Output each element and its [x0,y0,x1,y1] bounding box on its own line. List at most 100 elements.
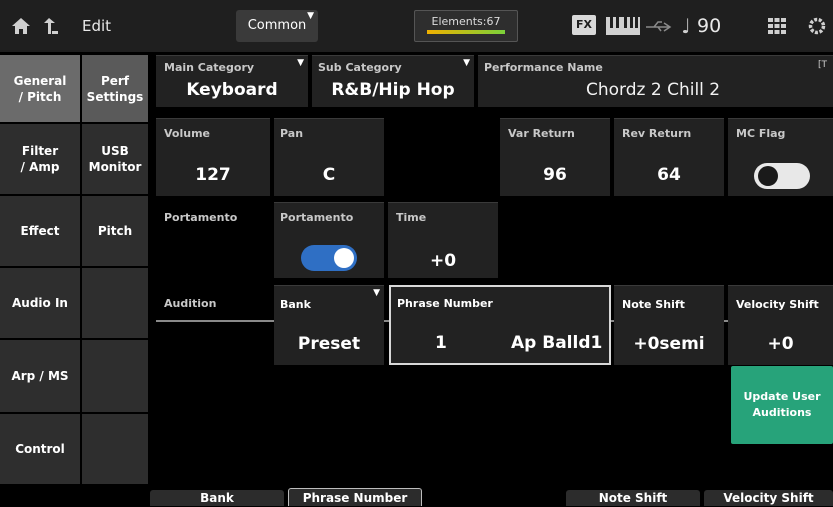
elements-indicator: Elements:67 [414,10,518,42]
gear-icon[interactable] [807,16,827,36]
main-category-label: Main Category [164,61,255,74]
var-return-field[interactable]: Var Return 96 [500,118,610,196]
velocity-shift-value: +0 [767,334,794,354]
phrase-number-field[interactable]: Phrase Number 1 Ap Balld1 [389,285,611,365]
bank-value: Preset [297,334,361,354]
time-value: +0 [429,251,457,271]
nav-label: Control [15,442,65,456]
back-arrow-icon[interactable] [36,0,66,52]
quarter-note-icon: ♩ [681,14,691,38]
nav-audio-in[interactable]: Audio In [0,268,80,340]
performance-name-field[interactable]: Performance Name [T Chordz 2 Chill 2 [478,55,833,107]
bottom-bank-button[interactable]: Bank [150,490,284,506]
keyboard-icon [606,17,640,35]
rev-return-label: Rev Return [622,127,692,140]
nav-pitch[interactable]: Pitch [82,196,148,268]
nav-label: Settings [86,89,144,104]
toggle-knob [334,248,354,268]
bank-field[interactable]: Bank ▼ Preset [274,285,384,365]
time-label: Time [396,211,427,224]
nav-arp-ms[interactable]: Arp / MS [0,340,80,414]
var-return-value: 96 [543,165,567,185]
portamento-toggle[interactable] [301,245,357,271]
nav-empty [82,414,148,486]
nav-empty [82,340,148,414]
dropdown-indicator-icon: ▼ [373,288,380,298]
nav-usb-monitor[interactable]: USB Monitor [82,124,148,196]
mc-flag-field: MC Flag [728,118,833,196]
home-icon[interactable] [6,0,36,52]
portamento-field: Portamento [274,202,384,278]
bottom-phrase-number-button[interactable]: Phrase Number [288,488,422,506]
nav-label: / Amp [20,160,60,174]
phrase-number-label: Phrase Number [397,297,493,310]
tempo-value: 90 [697,15,722,37]
time-field[interactable]: Time +0 [388,202,498,278]
elements-level-bar [427,30,505,34]
rev-return-field[interactable]: Rev Return 64 [614,118,724,196]
bottom-velocity-shift-button[interactable]: Velocity Shift [704,490,833,506]
toggle-knob [758,166,778,186]
pan-value: C [322,165,336,185]
update-button-line2: Auditions [752,406,812,419]
text-edit-icon: [T [817,60,827,70]
velocity-shift-field[interactable]: Velocity Shift +0 [728,285,833,365]
elements-label: Elements:67 [431,15,501,28]
dropdown-indicator-icon: ▼ [297,58,304,68]
performance-name-label: Performance Name [484,61,603,74]
sub-category-label: Sub Category [318,61,402,74]
phrase-number-value: 1 [435,333,447,353]
dropdown-indicator-icon: ▼ [463,58,470,68]
nav-general-pitch[interactable]: General / Pitch [0,55,80,124]
update-button-line1: Update User [743,390,821,403]
portamento-label: Portamento [280,211,354,224]
grid-icon[interactable] [768,18,786,34]
nav-label: Perf [100,73,130,88]
main-category-value: Keyboard [186,80,278,100]
nav-label: USB [101,144,129,158]
fx-badge: FX [572,15,596,35]
dropdown-indicator-icon: ▼ [307,11,314,21]
var-return-label: Var Return [508,127,575,140]
nav-filter-amp[interactable]: Filter / Amp [0,124,80,196]
nav-label: Monitor [88,160,142,174]
sub-category-field[interactable]: Sub Category ▼ R&B/Hip Hop [312,55,474,107]
update-user-auditions-button[interactable]: Update User Auditions [731,366,833,444]
bottom-note-shift-button[interactable]: Note Shift [566,490,700,506]
top-bar: Edit Common ▼ Elements:67 FX ♩ 90 [0,0,833,52]
pan-field[interactable]: Pan C [274,118,384,196]
bank-label: Bank [280,298,311,311]
mode-label: Edit [82,17,112,35]
common-selector[interactable]: Common ▼ [236,10,318,42]
note-shift-field[interactable]: Note Shift +0semi [614,285,724,365]
mc-flag-toggle[interactable] [754,163,810,189]
portamento-section-label: Portamento [164,211,238,224]
nav-label: General [13,73,67,88]
common-label: Common [247,18,307,33]
velocity-shift-label: Velocity Shift [736,298,819,311]
volume-value: 127 [195,165,231,185]
nav-effect[interactable]: Effect [0,196,80,268]
note-shift-value: +0semi [633,334,705,354]
nav-label: Pitch [97,224,133,238]
pan-label: Pan [280,127,304,140]
nav-label: Audio In [12,296,68,310]
volume-label: Volume [164,127,210,140]
nav-label: Filter [21,144,59,158]
nav-control[interactable]: Control [0,414,80,486]
nav-empty [82,268,148,340]
nav-label: / Pitch [18,89,62,104]
mc-flag-label: MC Flag [736,127,786,140]
performance-name-value: Chordz 2 Chill 2 [586,80,721,100]
nav-label: Effect [20,224,60,238]
nav-label: Arp / MS [11,369,69,383]
audition-section-label: Audition [164,297,217,310]
sub-category-value: R&B/Hip Hop [331,80,455,100]
volume-field[interactable]: Volume 127 [156,118,270,196]
usb-icon [644,19,674,33]
nav-perf-settings[interactable]: Perf Settings [82,55,148,124]
main-category-field[interactable]: Main Category ▼ Keyboard [156,55,308,107]
rev-return-value: 64 [657,165,681,185]
note-shift-label: Note Shift [622,298,685,311]
phrase-name: Ap Balld1 [511,333,603,353]
